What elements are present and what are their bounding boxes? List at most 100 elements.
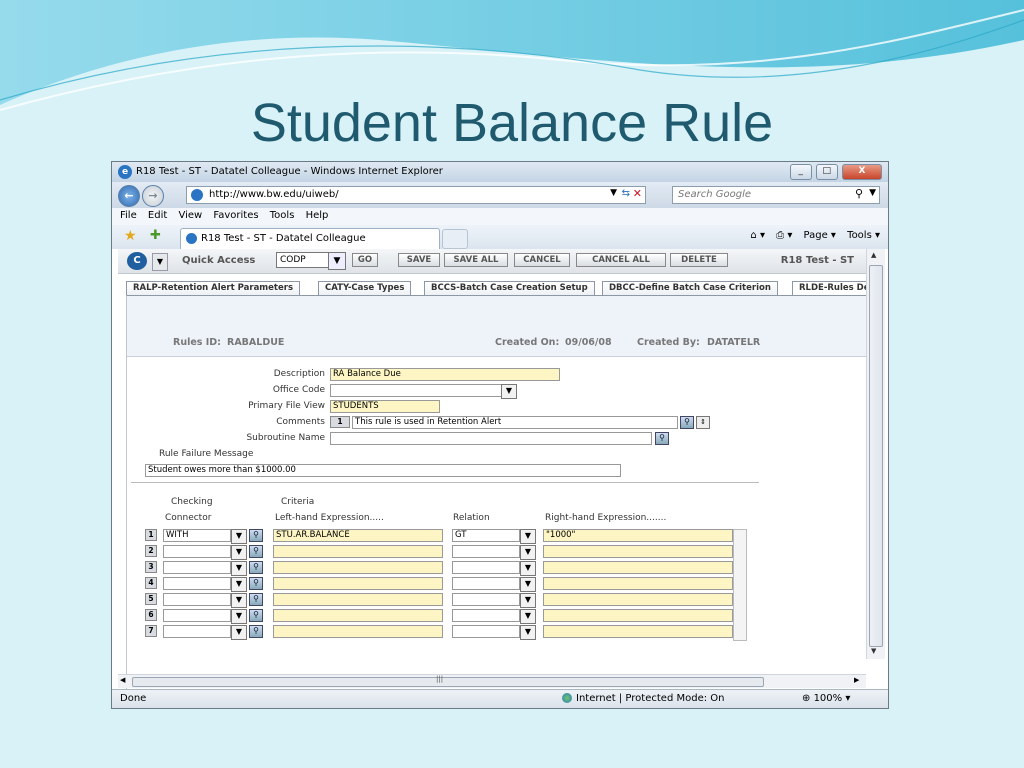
connector-dropdown[interactable]: ▼ xyxy=(231,529,247,544)
menu-file[interactable]: File xyxy=(120,210,137,221)
comments-lookup-icon[interactable]: ⚲ xyxy=(680,416,694,429)
tab-rlde[interactable]: RLDE-Rules De xyxy=(792,281,868,295)
horizontal-scrollbar[interactable]: ◀ ||| ▶ xyxy=(118,674,866,688)
tools-menu[interactable]: Tools ▾ xyxy=(847,230,880,241)
colleague-logo-icon[interactable]: C xyxy=(127,252,147,270)
rhs-expression-field[interactable] xyxy=(543,545,733,558)
description-field[interactable]: RA Balance Due xyxy=(330,368,560,381)
search-dropdown-icon[interactable]: ▼ xyxy=(869,188,876,198)
subroutine-lookup-icon[interactable]: ⚲ xyxy=(655,432,669,445)
tab-dbcc[interactable]: DBCC-Define Batch Case Criterion xyxy=(602,281,778,295)
rule-failure-field[interactable]: Student owes more than $1000.00 xyxy=(145,464,621,477)
scroll-down-icon[interactable]: ▼ xyxy=(871,647,876,655)
menu-edit[interactable]: Edit xyxy=(148,210,167,221)
vertical-scrollbar[interactable]: ▲ ▼ xyxy=(866,249,885,659)
connector-lookup-icon[interactable]: ⚲ xyxy=(249,561,263,574)
connector-dropdown[interactable]: ▼ xyxy=(231,609,247,624)
rhs-expression-field[interactable] xyxy=(543,625,733,638)
relation-dropdown[interactable]: ▼ xyxy=(520,577,536,592)
connector-dropdown[interactable]: ▼ xyxy=(231,561,247,576)
quick-access-dropdown[interactable]: ▼ xyxy=(328,252,346,270)
vertical-scroll-thumb[interactable] xyxy=(869,265,883,647)
cancel-all-button[interactable]: CANCEL ALL xyxy=(576,253,666,267)
office-code-dropdown[interactable]: ▼ xyxy=(501,384,517,399)
tab-ralp[interactable]: RALP-Retention Alert Parameters xyxy=(126,281,301,295)
lhs-expression-field[interactable] xyxy=(273,545,443,558)
minimize-button[interactable]: _ xyxy=(789,164,812,180)
maximize-button[interactable]: □ xyxy=(815,164,838,180)
close-button[interactable]: X xyxy=(842,164,882,180)
relation-dropdown[interactable]: ▼ xyxy=(520,545,536,560)
connector-lookup-icon[interactable]: ⚲ xyxy=(249,529,263,542)
connector-field[interactable] xyxy=(163,545,231,558)
relation-field[interactable] xyxy=(452,561,520,574)
page-menu[interactable]: Page ▾ xyxy=(804,230,836,241)
rhs-expression-field[interactable] xyxy=(543,593,733,606)
grid-scrollbar[interactable] xyxy=(733,529,747,641)
stop-icon[interactable]: ✕ xyxy=(633,187,642,200)
connector-lookup-icon[interactable]: ⚲ xyxy=(249,625,263,638)
menu-help[interactable]: Help xyxy=(306,210,329,221)
save-all-button[interactable]: SAVE ALL xyxy=(444,253,508,267)
connector-lookup-icon[interactable]: ⚲ xyxy=(249,545,263,558)
scroll-right-icon[interactable]: ▶ xyxy=(854,676,859,684)
connector-field[interactable]: WITH xyxy=(163,529,231,542)
cancel-button[interactable]: CANCEL xyxy=(514,253,570,267)
lhs-expression-field[interactable] xyxy=(273,593,443,606)
connector-field[interactable] xyxy=(163,577,231,590)
address-dropdown-icon[interactable]: ▼ xyxy=(610,188,617,198)
print-icon[interactable]: ⎙ ▾ xyxy=(776,230,792,241)
address-bar[interactable]: http://www.bw.edu/uiweb/ ▼ ⇆ ✕ xyxy=(186,186,646,204)
tab-caty[interactable]: CATY-Case Types xyxy=(318,281,412,295)
lhs-expression-field[interactable] xyxy=(273,561,443,574)
connector-field[interactable] xyxy=(163,609,231,622)
search-icon[interactable]: ⚲ xyxy=(855,187,863,200)
relation-field[interactable]: GT xyxy=(452,529,520,542)
connector-field[interactable] xyxy=(163,561,231,574)
connector-dropdown[interactable]: ▼ xyxy=(231,545,247,560)
rhs-expression-field[interactable] xyxy=(543,577,733,590)
lhs-expression-field[interactable]: STU.AR.BALANCE xyxy=(273,529,443,542)
connector-dropdown[interactable]: ▼ xyxy=(231,593,247,608)
comments-field[interactable]: This rule is used in Retention Alert xyxy=(352,416,678,429)
add-favorite-icon[interactable]: ✚ xyxy=(150,228,161,243)
relation-field[interactable] xyxy=(452,577,520,590)
office-code-field[interactable] xyxy=(330,384,502,397)
logo-dropdown-icon[interactable]: ▼ xyxy=(152,253,168,271)
relation-field[interactable] xyxy=(452,593,520,606)
menu-favorites[interactable]: Favorites xyxy=(213,210,258,221)
quick-access-input[interactable]: CODP xyxy=(276,252,333,268)
rhs-expression-field[interactable] xyxy=(543,561,733,574)
lhs-expression-field[interactable] xyxy=(273,609,443,622)
relation-dropdown[interactable]: ▼ xyxy=(520,529,536,544)
favorites-star-icon[interactable]: ★ xyxy=(124,228,137,244)
scroll-left-icon[interactable]: ◀ xyxy=(120,676,125,684)
browser-tab[interactable]: R18 Test - ST - Datatel Colleague xyxy=(180,228,440,249)
lhs-expression-field[interactable] xyxy=(273,577,443,590)
new-tab-button[interactable] xyxy=(442,229,468,249)
rhs-expression-field[interactable] xyxy=(543,609,733,622)
go-button[interactable]: GO xyxy=(352,253,378,267)
menu-view[interactable]: View xyxy=(178,210,202,221)
relation-dropdown[interactable]: ▼ xyxy=(520,625,536,640)
refresh-icon[interactable]: ⇆ xyxy=(622,188,630,199)
connector-lookup-icon[interactable]: ⚲ xyxy=(249,609,263,622)
rhs-expression-field[interactable]: "1000" xyxy=(543,529,733,542)
comments-spinner[interactable]: ⇕ xyxy=(696,416,710,429)
scroll-up-icon[interactable]: ▲ xyxy=(871,251,876,259)
connector-lookup-icon[interactable]: ⚲ xyxy=(249,577,263,590)
zoom-level[interactable]: ⊕ 100% ▾ xyxy=(802,693,850,704)
delete-button[interactable]: DELETE xyxy=(670,253,728,267)
relation-field[interactable] xyxy=(452,625,520,638)
horizontal-scroll-thumb[interactable] xyxy=(132,677,764,687)
relation-field[interactable] xyxy=(452,609,520,622)
connector-dropdown[interactable]: ▼ xyxy=(231,625,247,640)
forward-button[interactable]: → xyxy=(142,185,164,207)
connector-lookup-icon[interactable]: ⚲ xyxy=(249,593,263,606)
search-input[interactable]: Search Google ⚲ ▼ xyxy=(672,186,880,204)
lhs-expression-field[interactable] xyxy=(273,625,443,638)
relation-field[interactable] xyxy=(452,545,520,558)
subroutine-name-field[interactable] xyxy=(330,432,652,445)
relation-dropdown[interactable]: ▼ xyxy=(520,561,536,576)
connector-dropdown[interactable]: ▼ xyxy=(231,577,247,592)
